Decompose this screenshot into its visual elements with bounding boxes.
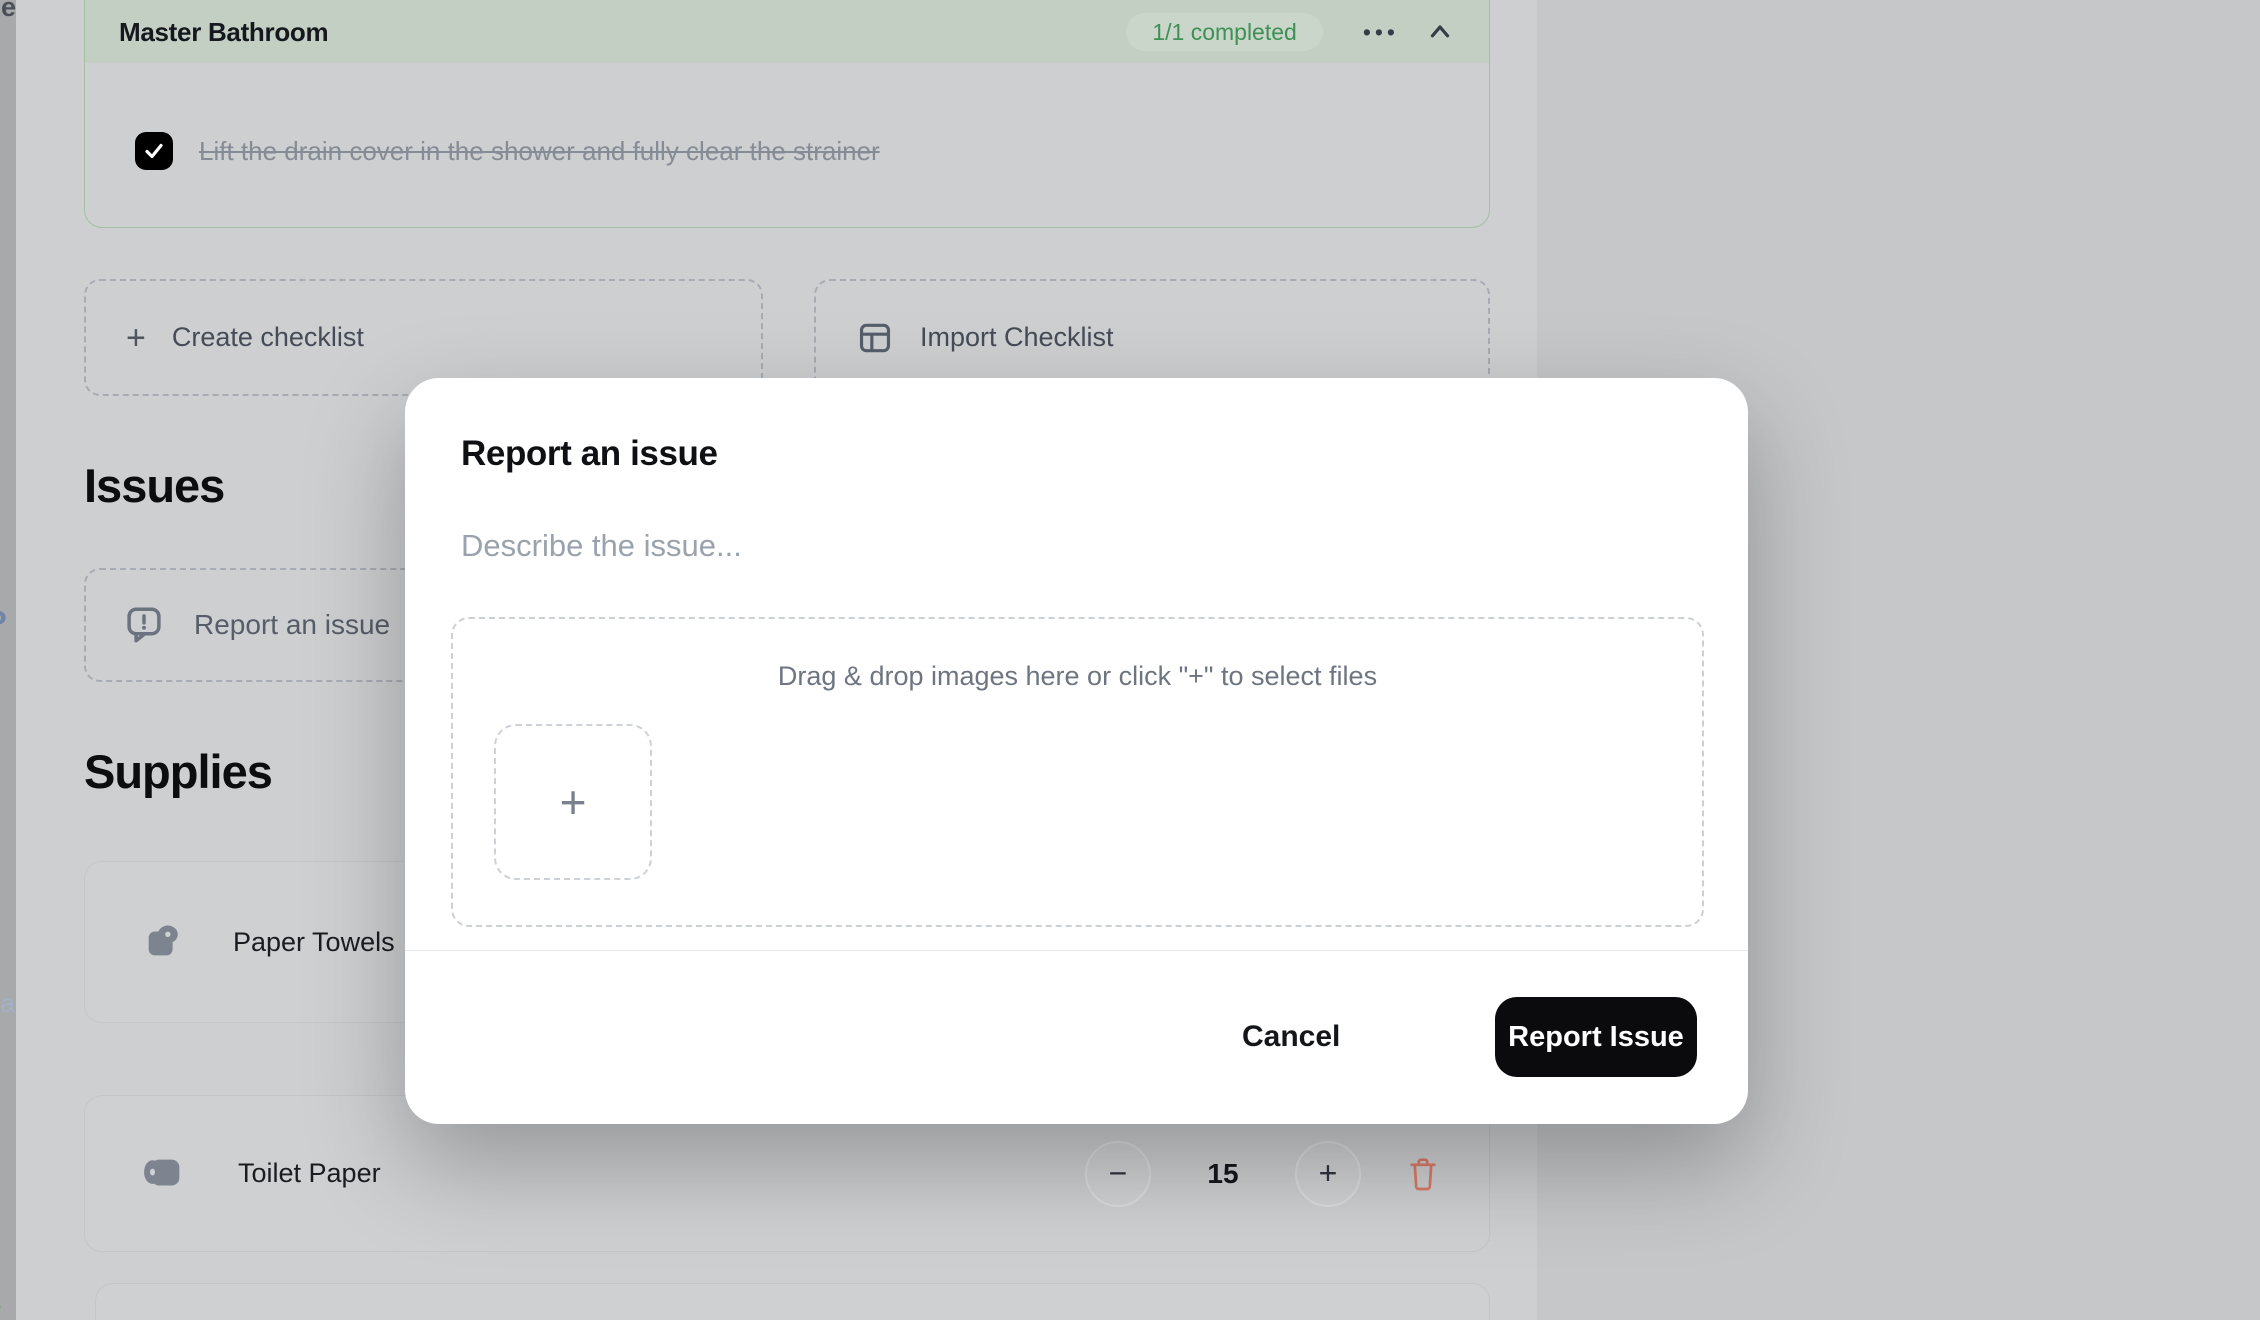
checklist-card-master-bathroom: Master Bathroom 1/1 completed ••• (84, 0, 1490, 228)
alert-bubble-icon (122, 604, 166, 646)
quantity-value: 15 (1193, 1158, 1253, 1190)
cancel-button[interactable]: Cancel (1242, 997, 1340, 1077)
checklist-card-header: Master Bathroom 1/1 completed ••• (85, 0, 1489, 63)
increase-quantity-button[interactable]: + (1295, 1141, 1361, 1207)
background-text-fragment: se (0, 0, 16, 23)
chevron-up-icon (1425, 17, 1455, 47)
background-page-edge: se o P ea e (0, 0, 16, 1320)
issues-heading: Issues (84, 458, 224, 513)
modal-footer: Cancel Report Issue (405, 950, 1748, 1124)
report-issue-submit-button[interactable]: Report Issue (1495, 997, 1697, 1077)
add-image-button[interactable]: + (494, 724, 652, 880)
supply-name: Paper Towels (233, 927, 395, 958)
dropzone-hint: Drag & drop images here or click "+" to … (453, 661, 1702, 692)
create-checklist-label: Create checklist (172, 322, 364, 353)
background-text-fragment: P (0, 604, 7, 640)
image-dropzone[interactable]: Drag & drop images here or click "+" to … (451, 617, 1704, 927)
report-issue-modal: Report an issue Drag & drop images here … (405, 378, 1748, 1124)
trash-icon (1406, 1155, 1440, 1193)
supply-row-partial (95, 1283, 1490, 1320)
checklist-title: Master Bathroom (119, 17, 328, 48)
quantity-stepper: − 15 + (1085, 1141, 1443, 1207)
background-text-fragment: e (0, 1290, 2, 1320)
task-label: Lift the drain cover in the shower and f… (199, 136, 880, 167)
paper-towel-icon (141, 919, 187, 965)
background-text-fragment: ea (0, 988, 15, 1019)
delete-supply-button[interactable] (1403, 1152, 1443, 1196)
supply-name: Toilet Paper (238, 1158, 381, 1189)
report-an-issue-label: Report an issue (194, 609, 390, 641)
modal-title: Report an issue (461, 434, 718, 474)
task-checkbox[interactable] (135, 132, 173, 170)
checklist-item: Lift the drain cover in the shower and f… (135, 132, 1465, 170)
card-menu-button[interactable]: ••• (1363, 19, 1399, 46)
import-checklist-label: Import Checklist (920, 322, 1114, 353)
decrease-quantity-button[interactable]: − (1085, 1141, 1151, 1207)
toilet-paper-icon (138, 1151, 190, 1197)
supplies-heading: Supplies (84, 744, 272, 799)
completion-badge: 1/1 completed (1126, 13, 1322, 51)
checkmark-icon (142, 139, 166, 163)
table-icon (856, 319, 894, 357)
screen: se o P ea e Master Bathroom 1/1 complete… (0, 0, 2260, 1320)
collapse-button[interactable] (1425, 17, 1455, 47)
plus-icon: + (126, 321, 146, 355)
issue-description-input[interactable] (461, 528, 1691, 588)
